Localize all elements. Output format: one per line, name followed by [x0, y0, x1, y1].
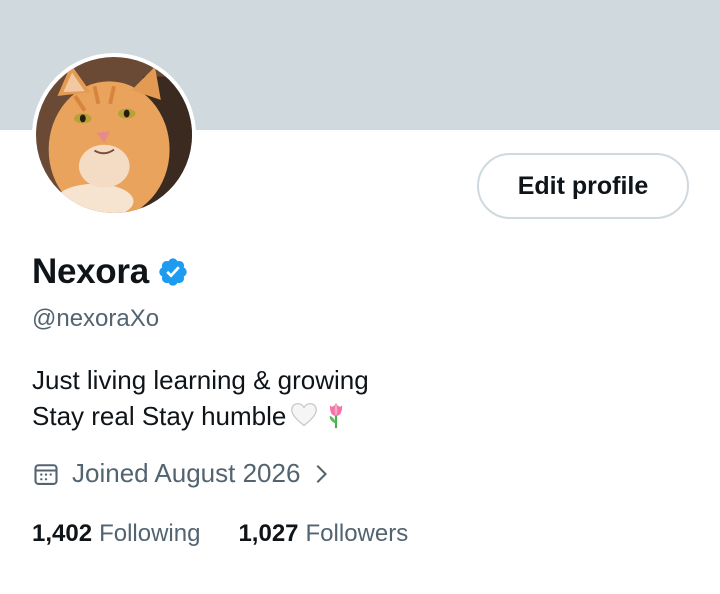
- joined-date[interactable]: Joined August 2026: [32, 458, 332, 489]
- bio-line-2: Stay real Stay humble: [32, 398, 369, 434]
- bio-line-2-text: Stay real Stay humble: [32, 401, 287, 431]
- edit-profile-button[interactable]: Edit profile: [477, 153, 689, 219]
- white-heart-icon: [290, 401, 318, 429]
- followers-label: Followers: [305, 520, 409, 547]
- joined-text: Joined August 2026: [72, 458, 301, 488]
- profile-avatar[interactable]: [32, 53, 196, 217]
- follow-stats: 1,402 Following 1,027 Followers: [32, 520, 446, 548]
- chevron-right-icon: [317, 464, 328, 483]
- followers-count: 1,027: [238, 520, 299, 547]
- profile-handle: @nexoraXo: [32, 305, 160, 332]
- followers-link[interactable]: 1,027 Followers: [238, 520, 408, 548]
- cat-avatar-image: [36, 57, 192, 213]
- verified-badge-icon[interactable]: [157, 256, 189, 288]
- following-label: Following: [99, 520, 201, 547]
- calendar-icon: [34, 463, 58, 485]
- display-name: Nexora: [32, 252, 149, 291]
- following-link[interactable]: 1,402 Following: [32, 520, 200, 548]
- edit-profile-label: Edit profile: [517, 171, 649, 200]
- tulip-icon: [322, 401, 350, 429]
- following-count: 1,402: [32, 520, 93, 547]
- profile-name-row: Nexora: [32, 252, 189, 292]
- bio-line-1: Just living learning & growing: [32, 365, 369, 395]
- profile-bio: Just living learning & growing Stay real…: [32, 362, 369, 434]
